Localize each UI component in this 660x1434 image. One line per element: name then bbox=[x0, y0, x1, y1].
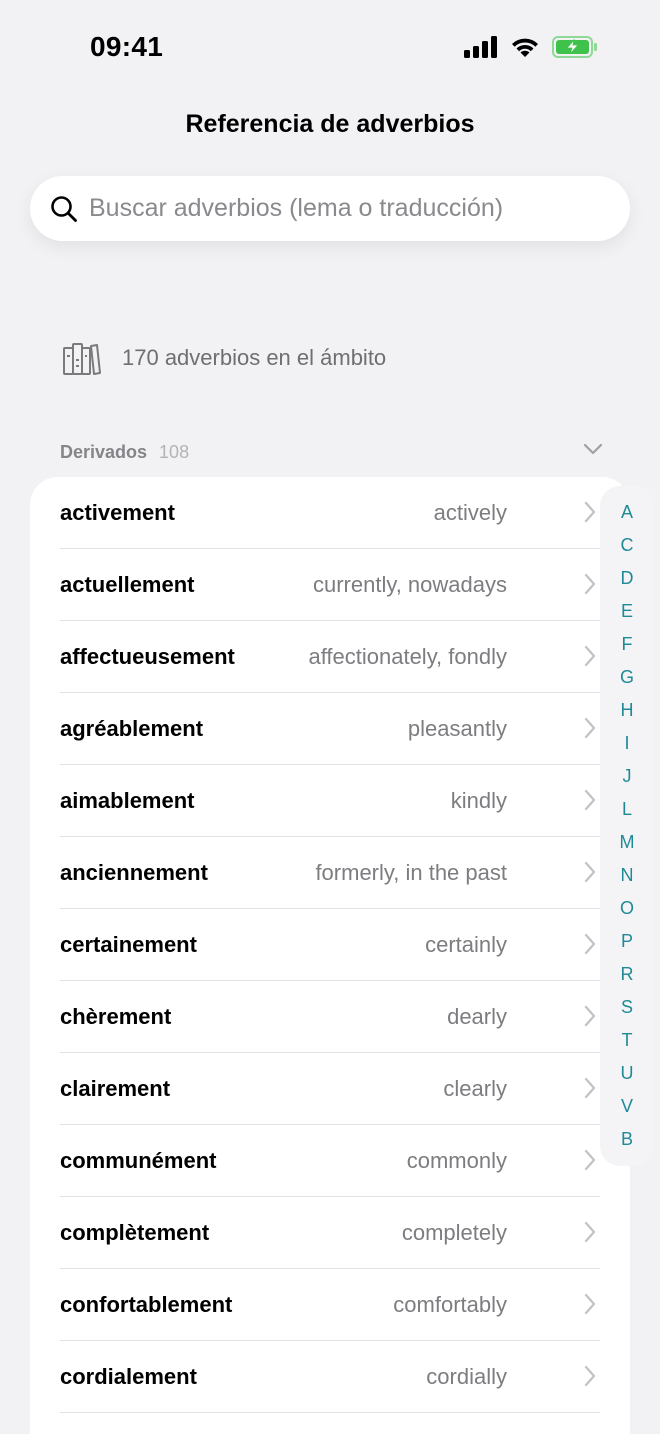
index-letter-m[interactable]: M bbox=[600, 826, 654, 859]
adverb-lemma: complètement bbox=[60, 1220, 210, 1245]
chevron-right-icon bbox=[583, 1221, 597, 1248]
index-letter-v[interactable]: V bbox=[600, 1090, 654, 1123]
index-letter-g[interactable]: G bbox=[600, 661, 654, 694]
index-letter-b[interactable]: B bbox=[600, 1123, 654, 1156]
status-bar: 09:41 bbox=[0, 0, 660, 96]
adverb-translation: commonly bbox=[406, 1148, 507, 1173]
adverb-translation: formerly, in the past bbox=[315, 860, 507, 885]
adverb-lemma: affectueusement bbox=[60, 644, 235, 669]
list-item-activement[interactable]: activement actively bbox=[60, 477, 600, 549]
chevron-right-icon bbox=[583, 1365, 597, 1392]
adverb-translation: certainly bbox=[425, 932, 507, 957]
adverb-lemma: confortablement bbox=[60, 1292, 233, 1317]
chevron-right-icon bbox=[583, 501, 597, 528]
section-header-derivados[interactable]: Derivados 108 bbox=[60, 440, 605, 464]
chevron-right-icon bbox=[583, 789, 597, 816]
adverb-lemma: activement bbox=[60, 500, 175, 525]
list-item-complètement[interactable]: complètement completely bbox=[60, 1197, 600, 1269]
chevron-right-icon bbox=[583, 1293, 597, 1320]
adverb-lemma: cordialement bbox=[60, 1364, 197, 1389]
index-letter-j[interactable]: J bbox=[600, 760, 654, 793]
index-letter-i[interactable]: I bbox=[600, 727, 654, 760]
battery-charging-icon bbox=[552, 36, 598, 63]
list-item-anciennement[interactable]: anciennement formerly, in the past bbox=[60, 837, 600, 909]
status-icons bbox=[464, 36, 598, 63]
section-count: 108 bbox=[159, 441, 190, 462]
index-letter-u[interactable]: U bbox=[600, 1057, 654, 1090]
index-letter-n[interactable]: N bbox=[600, 859, 654, 892]
chevron-right-icon bbox=[583, 1149, 597, 1176]
adverb-lemma: clairement bbox=[60, 1076, 171, 1101]
chevron-right-icon bbox=[583, 573, 597, 600]
list-item-confortablement[interactable]: confortablement comfortably bbox=[60, 1269, 600, 1341]
search-bar[interactable] bbox=[30, 176, 630, 241]
index-letter-o[interactable]: O bbox=[600, 892, 654, 925]
books-icon bbox=[62, 338, 102, 378]
adverb-translation: pleasantly bbox=[407, 716, 507, 741]
list-item-affectueusement[interactable]: affectueusement affectionately, fondly bbox=[60, 621, 600, 693]
list-item-actuellement[interactable]: actuellement currently, nowadays bbox=[60, 549, 600, 621]
adverb-lemma: aimablement bbox=[60, 788, 195, 813]
list-item-chèrement[interactable]: chèrement dearly bbox=[60, 981, 600, 1053]
status-time: 09:41 bbox=[90, 31, 164, 62]
chevron-right-icon bbox=[583, 717, 597, 744]
adverb-list: activement actively actuellement current… bbox=[30, 477, 630, 1434]
page-title: Referencia de adverbios bbox=[185, 110, 475, 138]
index-letter-d[interactable]: D bbox=[600, 562, 654, 595]
list-item-communément[interactable]: communément commonly bbox=[60, 1125, 600, 1197]
adverb-lemma: anciennement bbox=[60, 860, 208, 885]
adverb-lemma: certainement bbox=[60, 932, 197, 957]
adverb-translation: comfortably bbox=[393, 1292, 507, 1317]
index-letter-l[interactable]: L bbox=[600, 793, 654, 826]
index-letter-f[interactable]: F bbox=[600, 628, 654, 661]
chevron-right-icon bbox=[583, 861, 597, 888]
index-letter-a[interactable]: A bbox=[600, 496, 654, 529]
adverb-lemma: actuellement bbox=[60, 572, 195, 597]
index-letter-c[interactable]: C bbox=[600, 529, 654, 562]
list-item-agréablement[interactable]: agréablement pleasantly bbox=[60, 693, 600, 765]
index-letter-t[interactable]: T bbox=[600, 1024, 654, 1057]
adverb-translation: affectionately, fondly bbox=[308, 644, 507, 669]
adverb-lemma: communément bbox=[60, 1148, 217, 1173]
index-letter-e[interactable]: E bbox=[600, 595, 654, 628]
list-item-cordialement[interactable]: cordialement cordially bbox=[60, 1341, 600, 1413]
index-letter-s[interactable]: S bbox=[600, 991, 654, 1024]
search-input[interactable] bbox=[89, 194, 609, 223]
index-letter-h[interactable]: H bbox=[600, 694, 654, 727]
index-letter-p[interactable]: P bbox=[600, 925, 654, 958]
list-item-certainement[interactable]: certainement certainly bbox=[60, 909, 600, 981]
adverb-count-row: 170 adverbios en el ámbito bbox=[62, 338, 386, 378]
adverb-lemma: agréablement bbox=[60, 716, 204, 741]
adverb-count-text: 170 adverbios en el ámbito bbox=[122, 345, 387, 370]
search-icon bbox=[50, 195, 78, 223]
signal-icon bbox=[464, 36, 498, 63]
chevron-right-icon bbox=[583, 645, 597, 672]
adverb-translation: clearly bbox=[443, 1076, 507, 1101]
list-item-clairement[interactable]: clairement clearly bbox=[60, 1053, 600, 1125]
adverb-translation: kindly bbox=[450, 788, 507, 813]
adverb-translation: dearly bbox=[447, 1004, 507, 1029]
alphabet-index[interactable]: ACDEFGHIJLMNOPRSTUVB bbox=[600, 486, 654, 1166]
adverb-translation: completely bbox=[401, 1220, 507, 1245]
list-item-aimablement[interactable]: aimablement kindly bbox=[60, 765, 600, 837]
chevron-right-icon bbox=[583, 1005, 597, 1032]
adverb-lemma: chèrement bbox=[60, 1004, 172, 1029]
chevron-right-icon bbox=[583, 1077, 597, 1104]
wifi-icon bbox=[510, 36, 540, 63]
adverb-translation: cordially bbox=[426, 1364, 507, 1389]
adverb-translation: actively bbox=[433, 500, 507, 525]
chevron-down-icon[interactable] bbox=[583, 442, 603, 461]
chevron-right-icon bbox=[583, 933, 597, 960]
index-letter-r[interactable]: R bbox=[600, 958, 654, 991]
adverb-translation: currently, nowadays bbox=[312, 572, 507, 597]
section-title: Derivados bbox=[60, 441, 148, 462]
screen: 09:41 Referencia de adverbios Buscar adv… bbox=[0, 0, 660, 1434]
